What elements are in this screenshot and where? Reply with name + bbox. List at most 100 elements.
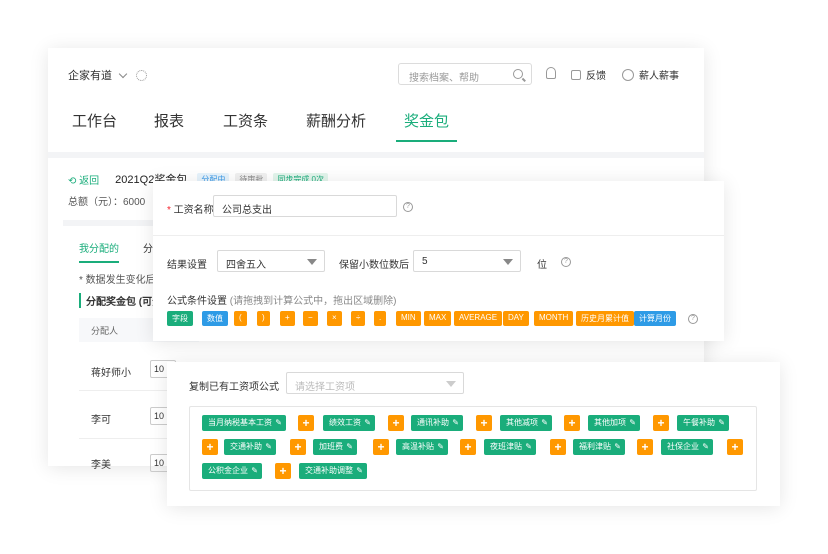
add-plus-button[interactable]: +: [373, 439, 389, 455]
pencil-icon: ✎: [346, 442, 353, 451]
add-plus-button[interactable]: +: [550, 439, 566, 455]
divider: [48, 152, 704, 158]
user-menu[interactable]: 薪人薪事: [622, 67, 679, 82]
token-history-cumulative[interactable]: 历史月累计值: [576, 311, 634, 326]
add-plus-button[interactable]: +: [564, 415, 580, 431]
token-max[interactable]: MAX: [424, 311, 452, 326]
result-setting-value: 四舍五入: [226, 260, 266, 271]
tab-payslip[interactable]: 工资条: [223, 110, 268, 142]
pencil-icon: ✎: [356, 466, 363, 475]
salary-name-input[interactable]: 公司总支出: [213, 195, 397, 217]
back-link[interactable]: ⟲ 返回: [68, 172, 99, 187]
caret-down-icon: [446, 381, 456, 387]
column-header: 分配人: [91, 326, 119, 336]
help-icon[interactable]: ?: [561, 257, 571, 267]
bell-icon[interactable]: [546, 67, 556, 79]
salary-item-chip[interactable]: 通讯补助 ✎: [411, 415, 463, 431]
add-plus-button[interactable]: +: [653, 415, 669, 431]
token-minus[interactable]: −: [303, 311, 318, 326]
pencil-icon: ✎: [364, 418, 371, 427]
tab-workbench[interactable]: 工作台: [72, 110, 117, 142]
user-icon: [622, 68, 634, 81]
pencil-icon: ✎: [275, 418, 282, 427]
tab-salary-analysis[interactable]: 薪酬分析: [306, 110, 366, 142]
help-icon[interactable]: ?: [688, 314, 698, 324]
pencil-icon: ✎: [541, 418, 548, 427]
copy-formula-select[interactable]: 请选择工资项: [286, 372, 464, 394]
feedback-button[interactable]: 反馈: [571, 67, 606, 82]
token-plus[interactable]: +: [280, 311, 295, 326]
search-icon[interactable]: [513, 69, 523, 79]
tab-reports[interactable]: 报表: [154, 110, 184, 142]
add-plus-button[interactable]: +: [298, 415, 314, 431]
token-calc-month[interactable]: 计算月份: [634, 311, 676, 326]
decimal-places-label: 保留小数位数后: [339, 260, 409, 271]
add-plus-button[interactable]: +: [388, 415, 404, 431]
token-number[interactable]: 数值: [202, 311, 228, 326]
token-day[interactable]: DAY: [503, 311, 529, 326]
table-row-name: 李美: [91, 460, 111, 471]
search-placeholder: 搜索档案、帮助: [409, 73, 479, 84]
salary-name-label: * 工资名称: [167, 205, 214, 216]
add-plus-button[interactable]: +: [637, 439, 653, 455]
add-plus-button[interactable]: +: [476, 415, 492, 431]
formula-label: 公式条件设置 (请拖拽到计算公式中，拖出区域删除): [167, 296, 397, 307]
token-field[interactable]: 字段: [167, 311, 193, 326]
table-row-name: 蒋好师小: [91, 368, 131, 379]
feedback-label: 反馈: [586, 71, 606, 82]
salary-item-chip[interactable]: 其他减项 ✎: [500, 415, 552, 431]
salary-item-chip[interactable]: 社保企业 ✎: [661, 439, 713, 455]
chevron-down-icon: [118, 69, 128, 78]
add-plus-button[interactable]: +: [727, 439, 743, 455]
main-tabs: 工作台 报表 工资条 薪酬分析 奖金包: [48, 100, 704, 144]
salary-item-chip[interactable]: 午餐补助 ✎: [677, 415, 729, 431]
gear-icon[interactable]: [136, 69, 147, 81]
pencil-icon: ✎: [629, 418, 636, 427]
token-rparen[interactable]: ): [257, 311, 270, 326]
add-plus-button[interactable]: +: [275, 463, 291, 479]
salary-item-chip[interactable]: 公积金企业 ✎: [202, 463, 262, 479]
salary-item-chip[interactable]: 其他加项 ✎: [588, 415, 640, 431]
user-name: 薪人薪事: [639, 71, 679, 82]
token-month[interactable]: MONTH: [534, 311, 574, 326]
token-dot[interactable]: .: [374, 311, 387, 326]
add-plus-button[interactable]: +: [290, 439, 306, 455]
salary-item-chip[interactable]: 当月纳税基本工资 ✎: [202, 415, 286, 431]
search-input[interactable]: 搜索档案、帮助: [398, 63, 532, 85]
pencil-icon: ✎: [452, 418, 459, 427]
salary-item-chip[interactable]: 福利津贴 ✎: [573, 439, 625, 455]
add-plus-button[interactable]: +: [202, 439, 218, 455]
decimal-places-select[interactable]: 5: [413, 250, 521, 272]
result-setting-label: 结果设置: [167, 260, 207, 271]
salary-item-chip[interactable]: 夜班津贴 ✎: [484, 439, 536, 455]
token-min[interactable]: MIN: [396, 311, 421, 326]
tab-bonus-package[interactable]: 奖金包: [395, 110, 458, 142]
salary-item-chip[interactable]: 交通补助 ✎: [224, 439, 276, 455]
edit-icon: [571, 69, 581, 80]
pencil-icon: ✎: [525, 442, 532, 451]
salary-item-chip[interactable]: 绩效工资 ✎: [323, 415, 375, 431]
token-lparen[interactable]: (: [234, 311, 247, 326]
pencil-icon: ✎: [251, 466, 258, 475]
subtab-other[interactable]: 分: [143, 240, 153, 255]
allocation-title: 分配奖金包 (可分: [79, 293, 162, 308]
bonus-total: 总额（元）：6000: [68, 197, 146, 208]
formula-form-card: * 工资名称 公司总支出 ? 结果设置 四舍五入 保留小数位数后 5 位 ? 公…: [153, 181, 724, 341]
copy-formula-placeholder: 请选择工资项: [295, 382, 355, 393]
table-row-name: 李可: [91, 415, 111, 426]
salary-item-chip[interactable]: 高温补贴 ✎: [396, 439, 448, 455]
copy-formula-card: 复制已有工资项公式 请选择工资项 当月纳税基本工资 ✎ + 绩效工资 ✎ + 通讯补…: [167, 362, 780, 506]
company-switcher[interactable]: 企家有道: [68, 67, 147, 83]
caret-down-icon: [307, 259, 317, 265]
result-setting-select[interactable]: 四舍五入: [217, 250, 325, 272]
salary-item-chip[interactable]: 加班费 ✎: [313, 439, 357, 455]
subtab-my-allocation[interactable]: 我分配的: [79, 240, 119, 263]
pencil-icon: ✎: [702, 442, 709, 451]
help-icon[interactable]: ?: [403, 202, 413, 212]
salary-item-chip[interactable]: 交通补助调整 ✎: [299, 463, 367, 479]
add-plus-button[interactable]: +: [460, 439, 476, 455]
pencil-icon: ✎: [614, 442, 621, 451]
token-average[interactable]: AVERAGE: [454, 311, 503, 326]
token-divide[interactable]: ÷: [351, 311, 366, 326]
token-multiply[interactable]: ×: [327, 311, 342, 326]
